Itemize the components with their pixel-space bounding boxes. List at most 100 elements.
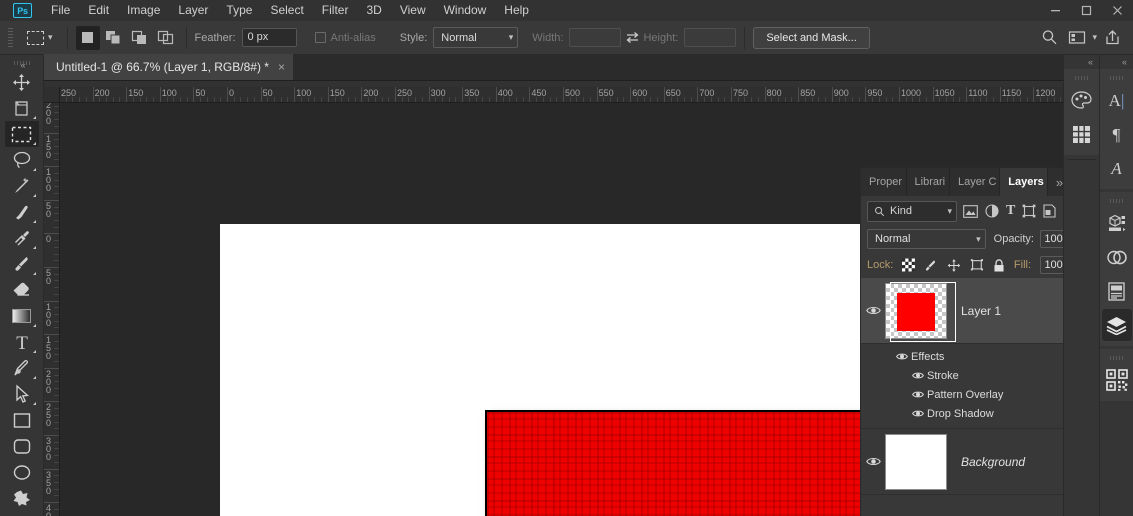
style-select[interactable]: Normal ▾ — [433, 27, 519, 48]
rectangular-marquee-tool[interactable] — [4, 121, 39, 147]
menu-image[interactable]: Image — [118, 0, 169, 21]
tab-libraries[interactable]: Librari — [907, 168, 950, 196]
new-selection-button[interactable] — [75, 25, 100, 50]
anti-alias-checkbox[interactable] — [314, 32, 326, 43]
panel-group-grip[interactable] — [1109, 353, 1124, 362]
close-icon[interactable] — [1102, 0, 1133, 21]
share-icon[interactable] — [1099, 26, 1125, 50]
effects-visibility-toggle[interactable] — [893, 352, 911, 361]
tools-panel-grip[interactable]: « — [13, 57, 30, 70]
smart-object-filter-icon[interactable] — [1043, 204, 1056, 218]
lock-transparent-pixels-icon[interactable] — [902, 258, 916, 272]
menu-window[interactable]: Window — [435, 0, 496, 21]
search-icon[interactable] — [1036, 26, 1062, 50]
pen-tool[interactable] — [5, 355, 39, 381]
lock-position-icon[interactable] — [947, 258, 961, 273]
menu-file[interactable]: File — [42, 0, 79, 21]
menu-layer[interactable]: Layer — [169, 0, 217, 21]
layer-name[interactable]: Layer 1 — [961, 304, 1001, 318]
menu-3d[interactable]: 3D — [357, 0, 390, 21]
menu-view[interactable]: View — [391, 0, 435, 21]
properties-panel-icon[interactable] — [1102, 275, 1132, 307]
rounded-rectangle-tool[interactable] — [5, 433, 39, 459]
effect-visibility-toggle[interactable] — [909, 371, 927, 380]
document-canvas[interactable] — [220, 224, 865, 516]
menu-edit[interactable]: Edit — [79, 0, 118, 21]
select-and-mask-button[interactable]: Select and Mask... — [753, 26, 870, 49]
panel-group-grip[interactable] — [1109, 196, 1124, 205]
panel-group-grip[interactable] — [1074, 73, 1089, 82]
tab-properties[interactable]: Proper — [861, 168, 907, 196]
adjustments-panel-icon[interactable] — [1102, 364, 1132, 396]
artwork-layer-1-shape[interactable] — [485, 410, 865, 516]
vertical-ruler[interactable]: 20015010050050100150200250300350400 — [44, 103, 60, 516]
width-input[interactable] — [569, 28, 622, 47]
eraser-tool[interactable] — [5, 277, 39, 303]
horizontal-ruler[interactable]: 250 200 150 100 50 0 50 100 150 200 250 300 350 400 45… — [60, 87, 1063, 103]
panel-group-grip[interactable] — [1109, 73, 1124, 82]
glyphs-panel-icon[interactable]: A — [1102, 152, 1132, 184]
expand-panels-icon[interactable]: « — [1100, 55, 1133, 69]
effect-visibility-toggle[interactable] — [909, 390, 927, 399]
gradient-tool[interactable] — [5, 303, 39, 329]
character-panel-icon[interactable]: A| — [1102, 84, 1132, 116]
opacity-label: Opacity: — [993, 233, 1034, 245]
paragraph-panel-icon[interactable]: ¶ — [1102, 118, 1132, 150]
adjustment-layers-filter-icon[interactable] — [985, 204, 999, 218]
color-palette-icon[interactable] — [1067, 84, 1097, 116]
pixel-layers-filter-icon[interactable] — [963, 204, 978, 218]
arrange-documents-icon[interactable] — [1064, 26, 1090, 50]
type-layers-filter-icon[interactable]: T — [1006, 204, 1015, 218]
crop-tool[interactable] — [5, 199, 39, 225]
subtract-from-selection-button[interactable] — [128, 26, 152, 50]
move-tool[interactable] — [5, 69, 39, 95]
menu-help[interactable]: Help — [495, 0, 538, 21]
blend-mode-select[interactable]: Normal ▾ — [867, 229, 986, 249]
shape-layers-filter-icon[interactable] — [1022, 204, 1036, 218]
path-selection-tool[interactable] — [5, 381, 39, 407]
layer-filter-kind-select[interactable]: Kind ▾ — [867, 200, 957, 222]
expand-panels-icon[interactable]: « — [1064, 55, 1099, 69]
lock-all-icon[interactable] — [993, 258, 1005, 273]
layer-thumbnail[interactable] — [885, 433, 947, 490]
brush-tool[interactable] — [5, 251, 39, 277]
maximize-icon[interactable] — [1071, 0, 1102, 21]
options-bar-grip[interactable] — [8, 27, 13, 48]
chevron-down-icon[interactable]: ▾ — [1092, 32, 1097, 43]
menu-filter[interactable]: Filter — [313, 0, 358, 21]
layer-name[interactable]: Background — [961, 455, 1025, 469]
ruler-origin-corner[interactable] — [44, 87, 60, 103]
close-icon[interactable]: × — [278, 61, 285, 73]
minimize-icon[interactable] — [1040, 0, 1071, 21]
tool-preset-picker[interactable]: ▾ — [21, 30, 59, 45]
layer-thumbnail[interactable] — [885, 282, 947, 339]
layers-panel-icon[interactable] — [1101, 309, 1132, 341]
layer-visibility-toggle[interactable] — [861, 456, 885, 467]
lock-artboard-nesting-icon[interactable] — [970, 258, 984, 272]
tab-layers[interactable]: Layers — [1000, 168, 1048, 196]
libraries-panel-icon[interactable] — [1102, 241, 1132, 273]
lock-image-pixels-icon[interactable] — [924, 258, 938, 273]
type-tool[interactable]: T — [5, 329, 39, 355]
quick-selection-tool[interactable] — [5, 173, 39, 199]
lasso-tool[interactable] — [5, 147, 39, 173]
add-to-selection-button[interactable] — [102, 26, 126, 50]
feather-input[interactable]: 0 px — [241, 28, 297, 47]
intersect-selection-button[interactable] — [154, 26, 178, 50]
document-tab[interactable]: Untitled-1 @ 66.7% (Layer 1, RGB/8#) * × — [44, 54, 294, 80]
3d-panel-icon[interactable] — [1102, 207, 1132, 239]
effect-visibility-toggle[interactable] — [909, 409, 927, 418]
menu-type[interactable]: Type — [217, 0, 261, 21]
layer-visibility-toggle[interactable] — [861, 305, 885, 316]
custom-shape-tool[interactable] — [5, 485, 39, 511]
swap-arrows-icon[interactable] — [621, 28, 643, 48]
anti-alias-checkbox-row[interactable]: Anti-alias — [314, 32, 382, 44]
rectangle-tool[interactable] — [5, 407, 39, 433]
ellipse-tool[interactable] — [5, 459, 39, 485]
height-input[interactable] — [684, 28, 737, 47]
swatches-grid-icon[interactable] — [1067, 118, 1097, 150]
menu-select[interactable]: Select — [261, 0, 312, 21]
eyedropper-tool[interactable] — [5, 225, 39, 251]
tab-layer-comps[interactable]: Layer C — [950, 168, 1001, 196]
artboard-tool[interactable] — [5, 95, 39, 121]
